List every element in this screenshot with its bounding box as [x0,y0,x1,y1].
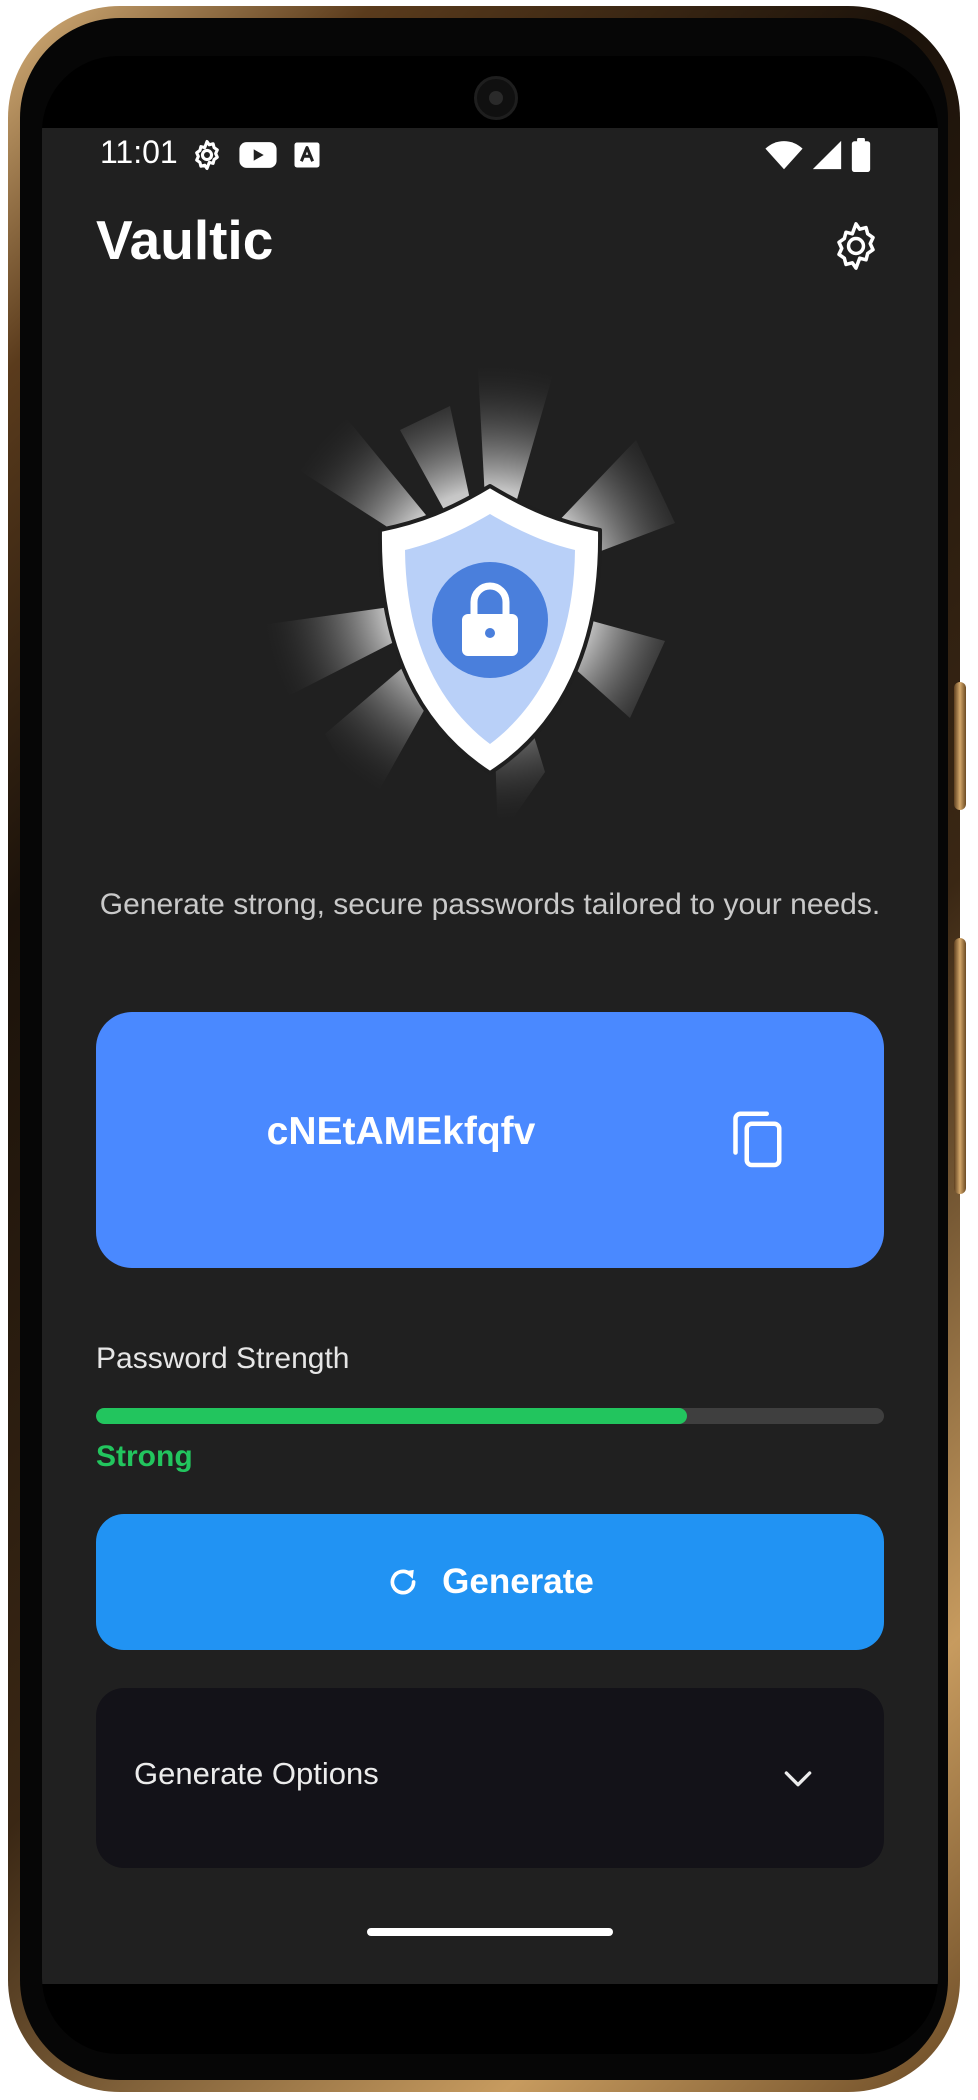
app-screen: 11:01 Vaultic Generate strong, secure pa… [42,128,938,1984]
chevron-down-icon [784,1771,812,1787]
strength-value: Strong [96,1440,193,1473]
password-card: cNEtAMEkfqfv [96,1012,884,1268]
battery-icon [851,138,871,172]
generate-button[interactable]: Generate [96,1514,884,1650]
refresh-icon [390,1569,416,1595]
phone-side-button-power [954,682,966,810]
strength-meter [96,1408,884,1424]
copy-icon[interactable] [728,1110,788,1170]
home-indicator[interactable] [367,1928,613,1936]
tagline: Generate strong, secure passwords tailor… [99,888,881,921]
strength-meter-fill [96,1408,687,1424]
translate-icon [294,142,320,168]
generate-options-toggle[interactable]: Generate Options [96,1688,884,1868]
status-time: 11:01 [100,134,178,170]
youtube-icon [239,142,277,168]
generate-options-label: Generate Options [134,1756,379,1791]
settings-gear-icon[interactable] [828,218,884,274]
generated-password[interactable]: cNEtAMEkfqfv [96,1110,706,1154]
front-camera [474,76,518,120]
strength-label: Password Strength [96,1342,350,1375]
gear-icon [195,139,219,171]
app-title: Vaultic [96,209,274,271]
generate-button-label: Generate [442,1562,594,1601]
phone-frame: 11:01 Vaultic Generate strong, secure pa… [8,6,966,2092]
wifi-icon [765,141,803,170]
phone-screen: 11:01 Vaultic Generate strong, secure pa… [42,56,938,2054]
phone-side-button-volume [954,938,966,1194]
status-bar: 11:01 [42,128,938,188]
shield-lock-icon [240,350,675,840]
cell-signal-icon [812,140,842,170]
